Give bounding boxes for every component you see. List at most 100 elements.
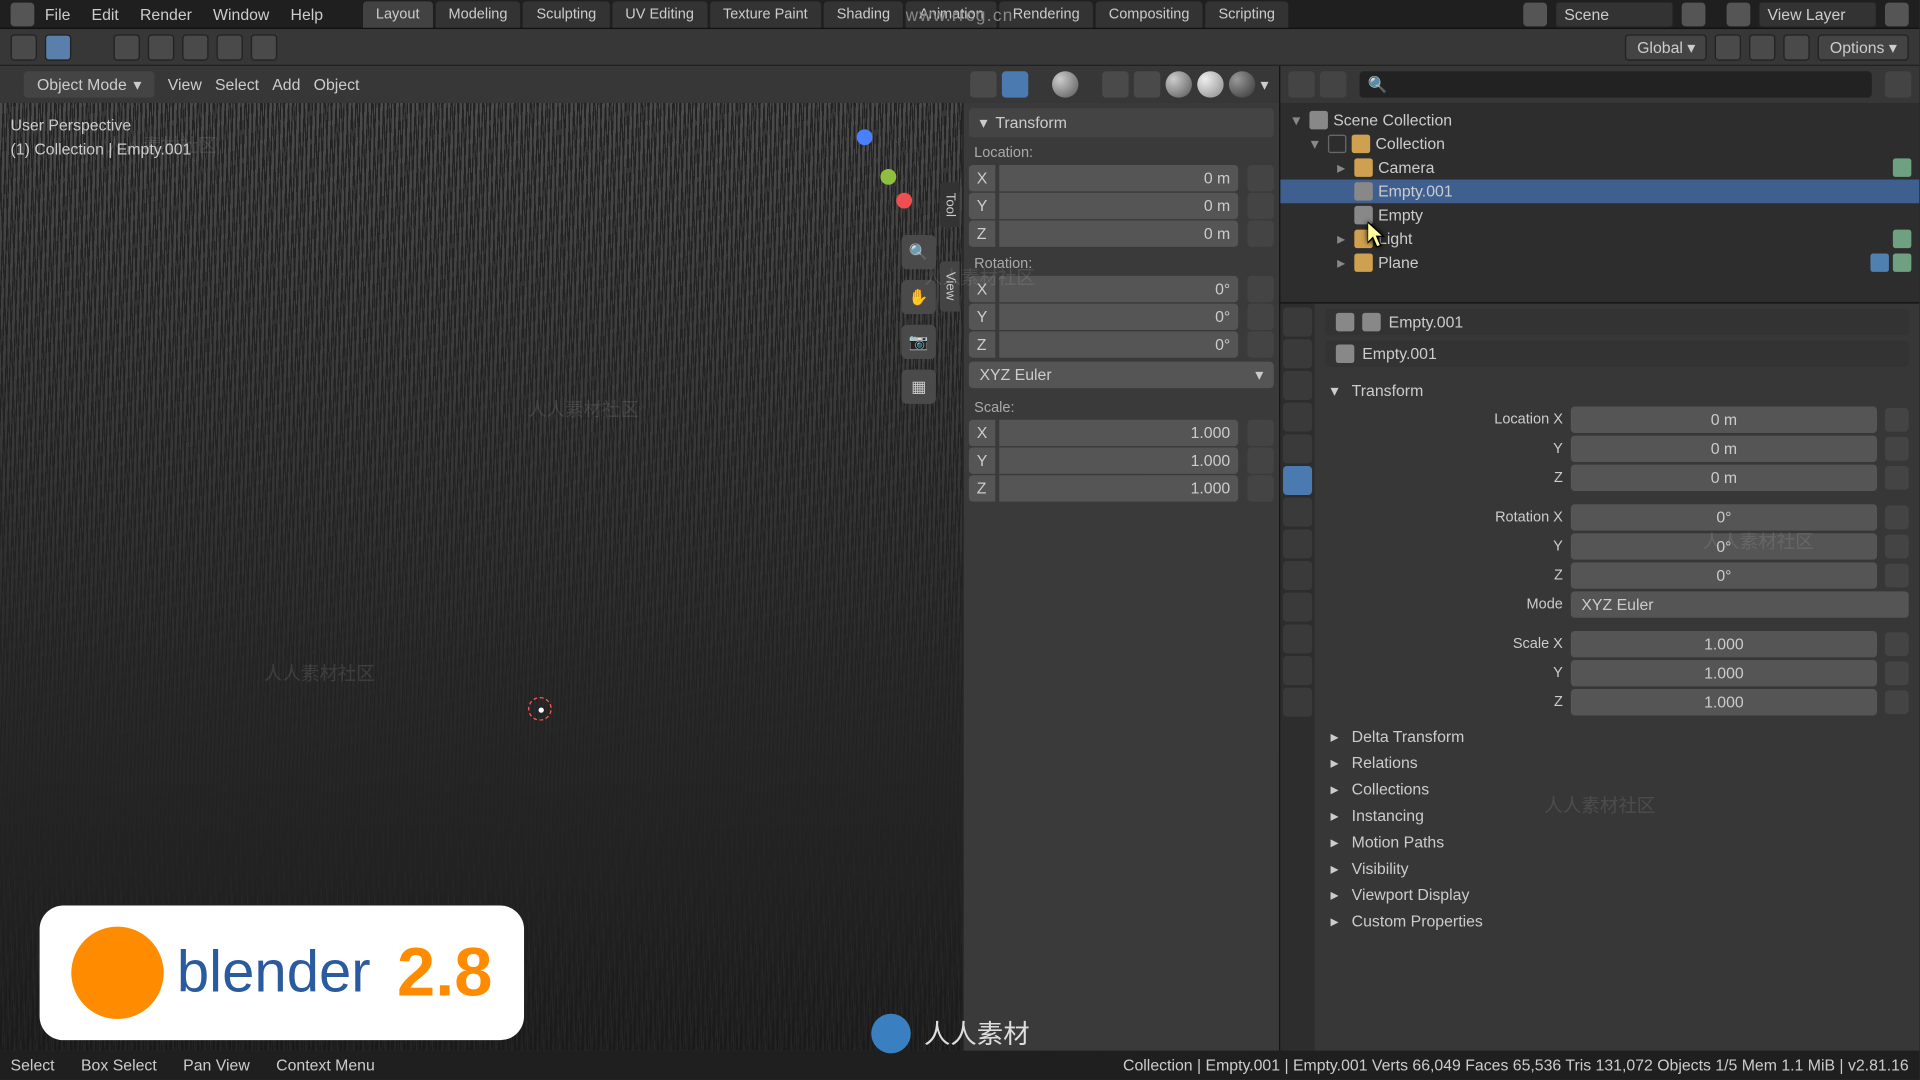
lock-icon[interactable] xyxy=(1885,661,1909,685)
menu-file[interactable]: File xyxy=(45,5,71,23)
prop-rot-y[interactable]: 0° xyxy=(1571,533,1877,559)
outliner-filter-icon[interactable] xyxy=(1885,71,1911,97)
tab-output-icon[interactable] xyxy=(1283,339,1312,368)
tab-object-icon[interactable] xyxy=(1283,466,1312,495)
prop-scl-y[interactable]: 1.000 xyxy=(1571,660,1877,686)
npanel-tab-view[interactable]: View xyxy=(940,261,960,311)
tab-world-icon[interactable] xyxy=(1283,434,1312,463)
lock-icon[interactable] xyxy=(1247,220,1273,246)
tab-shading[interactable]: Shading xyxy=(824,1,904,27)
snap-mode4-icon[interactable] xyxy=(216,34,242,60)
section-transform[interactable]: ▾Transform xyxy=(1325,378,1908,404)
snap-mode2-icon[interactable] xyxy=(148,34,174,60)
lock-icon[interactable] xyxy=(1247,165,1273,191)
tree-collection[interactable]: ▾Collection xyxy=(1280,132,1919,156)
lock-icon[interactable] xyxy=(1885,437,1909,461)
lock-icon[interactable] xyxy=(1247,304,1273,330)
tab-layout[interactable]: Layout xyxy=(363,1,433,27)
property-breadcrumb[interactable]: Empty.001 xyxy=(1325,309,1908,335)
tab-modifier-icon[interactable] xyxy=(1283,498,1312,527)
prop-loc-z[interactable]: 0 m xyxy=(1571,465,1877,491)
lock-icon[interactable] xyxy=(1247,420,1273,446)
outliner-editor-icon[interactable] xyxy=(1288,71,1314,97)
viewlayer-new-icon[interactable] xyxy=(1885,2,1909,26)
nav-gizmo[interactable] xyxy=(817,129,909,221)
scl-z-input[interactable]: 1.000 xyxy=(999,475,1238,501)
section-viewport-display[interactable]: ▸Viewport Display xyxy=(1325,882,1908,908)
tab-material-icon[interactable] xyxy=(1283,656,1312,685)
section-motion-paths[interactable]: ▸Motion Paths xyxy=(1325,829,1908,855)
lock-icon[interactable] xyxy=(1885,690,1909,714)
tab-sculpting[interactable]: Sculpting xyxy=(523,1,609,27)
lock-icon[interactable] xyxy=(1885,564,1909,588)
outliner-search-input[interactable]: 🔍 xyxy=(1360,71,1872,97)
tab-modeling[interactable]: Modeling xyxy=(435,1,520,27)
lock-icon[interactable] xyxy=(1885,408,1909,432)
snap-mode5-icon[interactable] xyxy=(251,34,277,60)
mesh-data-icon[interactable] xyxy=(1893,253,1911,271)
axis-x-icon[interactable] xyxy=(896,193,912,209)
tab-particle-icon[interactable] xyxy=(1283,529,1312,558)
modifier-icon[interactable] xyxy=(1870,253,1888,271)
tab-scene-icon[interactable] xyxy=(1283,403,1312,432)
rotation-mode-dropdown[interactable]: XYZ Euler▾ xyxy=(969,362,1274,388)
tree-item-empty001[interactable]: Empty.001 xyxy=(1280,180,1919,204)
tab-compositing[interactable]: Compositing xyxy=(1096,1,1203,27)
mode-dropdown[interactable]: Object Mode ▾ xyxy=(24,71,155,97)
tab-texture-icon[interactable] xyxy=(1283,688,1312,717)
menu-edit[interactable]: Edit xyxy=(92,5,119,23)
lock-icon[interactable] xyxy=(1885,506,1909,530)
gizmo-toggle-icon[interactable] xyxy=(1002,71,1028,97)
tab-texture-paint[interactable]: Texture Paint xyxy=(710,1,821,27)
shading-solid-icon[interactable] xyxy=(1166,71,1192,97)
snap-mode-icon[interactable] xyxy=(114,34,140,60)
blender-logo-icon[interactable] xyxy=(11,2,35,26)
shading-wire-icon[interactable] xyxy=(1134,71,1160,97)
xray-icon[interactable] xyxy=(1102,71,1128,97)
section-instancing[interactable]: ▸Instancing xyxy=(1325,803,1908,829)
shading-dropdown-icon[interactable] xyxy=(1052,71,1078,97)
section-relations[interactable]: ▸Relations xyxy=(1325,750,1908,776)
scene-new-icon[interactable] xyxy=(1682,2,1706,26)
select-tool-icon[interactable] xyxy=(45,34,71,60)
scene-name-input[interactable] xyxy=(1555,1,1674,27)
viewlayer-icon[interactable] xyxy=(1727,2,1751,26)
lock-icon[interactable] xyxy=(1247,276,1273,302)
rot-z-input[interactable]: 0° xyxy=(999,331,1238,357)
lock-icon[interactable] xyxy=(1885,466,1909,490)
tab-scripting[interactable]: Scripting xyxy=(1205,1,1288,27)
lock-icon[interactable] xyxy=(1247,331,1273,357)
section-custom-properties[interactable]: ▸Custom Properties xyxy=(1325,908,1908,934)
tab-data-icon[interactable] xyxy=(1283,624,1312,653)
shading-dropdown-caret[interactable]: ▾ xyxy=(1261,75,1269,93)
tab-physics-icon[interactable] xyxy=(1283,561,1312,590)
loc-y-input[interactable]: 0 m xyxy=(999,193,1238,219)
section-delta-transform[interactable]: ▸Delta Transform xyxy=(1325,723,1908,749)
proportional-icon[interactable] xyxy=(1784,34,1810,60)
prop-scl-z[interactable]: 1.000 xyxy=(1571,689,1877,715)
lock-icon[interactable] xyxy=(1247,447,1273,473)
tab-render-icon[interactable] xyxy=(1283,308,1312,337)
npanel-tab-tool[interactable]: Tool xyxy=(940,182,960,227)
prop-rot-x[interactable]: 0° xyxy=(1571,504,1877,530)
options-dropdown[interactable]: Options ▾ xyxy=(1818,34,1909,60)
prop-loc-x[interactable]: 0 m xyxy=(1571,407,1877,433)
prop-rot-mode[interactable]: XYZ Euler xyxy=(1571,591,1909,617)
lock-icon[interactable] xyxy=(1885,535,1909,559)
overlay-toggle-icon[interactable] xyxy=(970,71,996,97)
vp-menu-select[interactable]: Select xyxy=(215,75,259,93)
prop-rot-z[interactable]: 0° xyxy=(1571,562,1877,588)
outliner-display-icon[interactable] xyxy=(1320,71,1346,97)
loc-x-input[interactable]: 0 m xyxy=(999,165,1238,191)
axis-y-icon[interactable] xyxy=(880,169,896,185)
rot-y-input[interactable]: 0° xyxy=(999,304,1238,330)
scene-icon[interactable] xyxy=(1523,2,1547,26)
vp-menu-add[interactable]: Add xyxy=(272,75,300,93)
prop-loc-y[interactable]: 0 m xyxy=(1571,436,1877,462)
tab-uv-editing[interactable]: UV Editing xyxy=(612,1,707,27)
prop-scl-x[interactable]: 1.000 xyxy=(1571,631,1877,657)
rot-x-input[interactable]: 0° xyxy=(999,276,1238,302)
pivot-icon[interactable] xyxy=(1715,34,1741,60)
camera-data-icon[interactable] xyxy=(1893,158,1911,176)
zoom-icon[interactable]: 🔍 xyxy=(902,235,936,269)
